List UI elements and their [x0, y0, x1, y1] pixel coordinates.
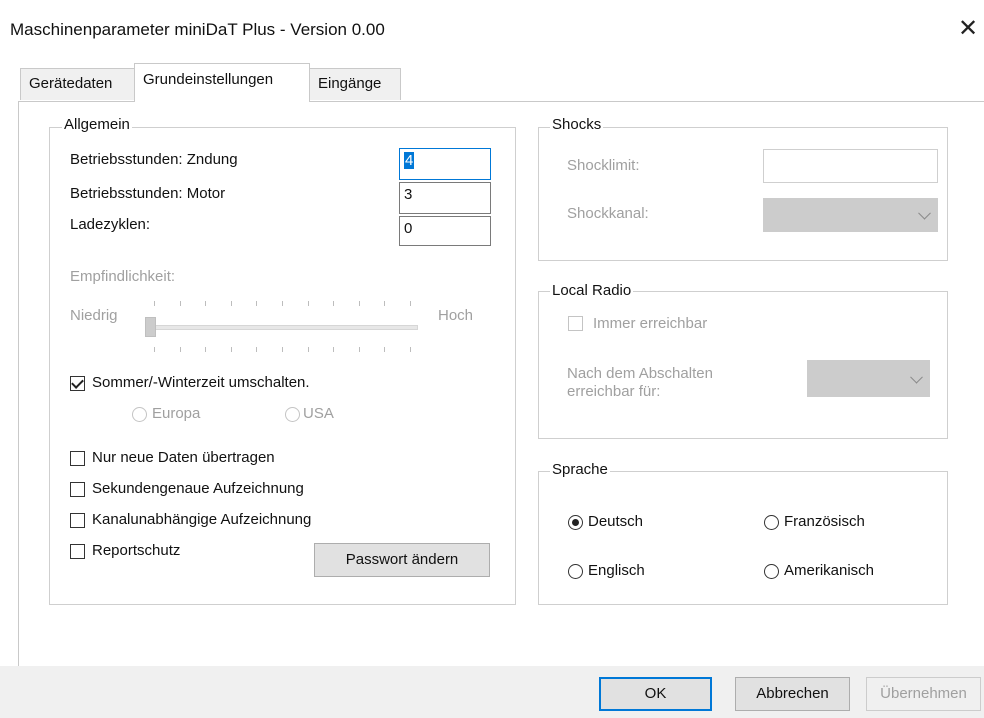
change-password-button[interactable]: Passwort ändern	[314, 543, 490, 577]
slider-tick	[256, 347, 257, 352]
immer-erreichbar-checkbox[interactable]	[568, 316, 583, 331]
slider-tick	[154, 347, 155, 352]
slider-tick	[410, 301, 411, 306]
slider-tick	[180, 301, 181, 306]
motor-hours-input[interactable]: 3	[399, 182, 491, 214]
slider-tick	[256, 301, 257, 306]
shockkanal-label: Shockkanal:	[567, 205, 649, 222]
europa-radio[interactable]	[132, 407, 147, 422]
dst-label: Sommer/-Winterzeit umschalten.	[92, 374, 310, 391]
sekundengenau-checkbox[interactable]	[70, 482, 85, 497]
sensitivity-track	[150, 325, 418, 330]
amerikanisch-radio[interactable]	[764, 564, 779, 579]
field-label-ladezyklen: Ladezyklen:	[70, 216, 151, 233]
slider-tick	[205, 301, 206, 306]
slider-tick	[154, 301, 155, 306]
englisch-label: Englisch	[588, 562, 645, 579]
reportschutz-checkbox[interactable]	[70, 544, 85, 559]
reportschutz-label: Reportschutz	[92, 542, 181, 559]
shocklimit-input[interactable]	[763, 149, 938, 183]
amerikanisch-label: Amerikanisch	[784, 562, 875, 579]
local-radio-legend: Local Radio	[550, 282, 634, 299]
immer-erreichbar-label: Immer erreichbar	[593, 315, 708, 332]
close-icon[interactable]: ✕	[958, 14, 978, 43]
slider-tick	[282, 301, 283, 306]
tab-geraetedaten[interactable]: Gerätedaten	[20, 68, 135, 100]
chevron-down-icon	[910, 370, 923, 384]
slider-tick	[384, 347, 385, 352]
deutsch-label: Deutsch	[588, 513, 644, 530]
sensitivity-low-label: Niedrig	[70, 307, 118, 324]
nach-abschalten-select[interactable]	[807, 360, 930, 397]
apply-button[interactable]: Übernehmen	[866, 677, 981, 711]
tab-eingaenge[interactable]: Eingänge	[309, 68, 401, 100]
slider-tick	[410, 347, 411, 352]
allgemein-legend: Allgemein	[62, 116, 132, 133]
slider-tick	[308, 301, 309, 306]
field-label-zuendung: Betriebsstunden: Zndung	[70, 151, 238, 168]
europa-label: Europa	[152, 405, 201, 422]
slider-tick	[205, 347, 206, 352]
window-title: Maschinenparameter miniDaT Plus - Versio…	[10, 20, 385, 39]
sekundengenau-label: Sekundengenaue Aufzeichnung	[92, 480, 304, 497]
franzoesisch-label: Französisch	[784, 513, 865, 530]
shockkanal-select[interactable]	[763, 198, 938, 232]
motor-hours-value: 3	[404, 186, 413, 203]
kanalunabhaengig-label: Kanalunabhängige Aufzeichnung	[92, 511, 312, 528]
kanalunabhaengig-checkbox[interactable]	[70, 513, 85, 528]
shocklimit-label: Shocklimit:	[567, 157, 640, 174]
ok-button[interactable]: OK	[599, 677, 712, 711]
franzoesisch-radio[interactable]	[764, 515, 779, 530]
slider-tick	[384, 301, 385, 306]
slider-tick	[308, 347, 309, 352]
ladezyklen-value: 0	[404, 220, 413, 237]
slider-tick	[231, 301, 232, 306]
cancel-button[interactable]: Abbrechen	[735, 677, 850, 711]
tab-grundeinstellungen[interactable]: Grundeinstellungen	[134, 63, 310, 102]
nach-abschalten-label-line2: erreichbar für:	[567, 383, 661, 400]
zuendung-hours-input[interactable]: 4	[399, 148, 491, 180]
nach-abschalten-label-line1: Nach dem Abschalten	[567, 365, 713, 382]
nur-neue-daten-checkbox[interactable]	[70, 451, 85, 466]
sensitivity-high-label: Hoch	[438, 307, 474, 324]
sprache-legend: Sprache	[550, 461, 610, 478]
englisch-radio[interactable]	[568, 564, 583, 579]
ladezyklen-input[interactable]: 0	[399, 216, 491, 246]
slider-tick	[282, 347, 283, 352]
slider-tick	[180, 347, 181, 352]
slider-tick	[333, 347, 334, 352]
slider-tick	[333, 301, 334, 306]
usa-radio[interactable]	[285, 407, 300, 422]
usa-label: USA	[303, 405, 334, 422]
field-label-motor: Betriebsstunden: Motor	[70, 185, 226, 202]
deutsch-radio[interactable]	[568, 515, 583, 530]
slider-tick	[231, 347, 232, 352]
slider-tick	[359, 347, 360, 352]
dst-checkbox[interactable]	[70, 376, 85, 391]
shocks-legend: Shocks	[550, 116, 604, 133]
sensitivity-label: Empfindlichkeit:	[70, 268, 176, 285]
zuendung-hours-value: 4	[404, 152, 415, 169]
sprache-group	[538, 471, 948, 605]
slider-tick	[359, 301, 360, 306]
shocks-group	[538, 127, 948, 261]
chevron-down-icon	[918, 206, 931, 220]
nur-neue-daten-label: Nur neue Daten übertragen	[92, 449, 275, 466]
nach-abschalten-label: Nach dem Abschalten erreichbar für:	[567, 365, 713, 401]
sensitivity-slider-thumb[interactable]	[145, 317, 156, 337]
